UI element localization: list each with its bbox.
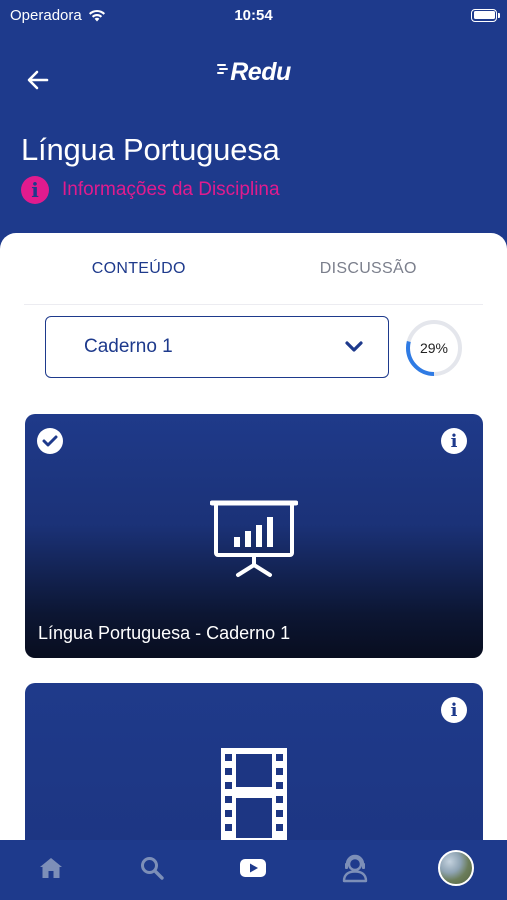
tab-bar-top: CONTEÚDO DISCUSSÃO (24, 233, 483, 305)
video-icon (240, 859, 267, 877)
chevron-down-icon (345, 341, 363, 352)
tabbar-support[interactable] (325, 843, 385, 893)
tabbar-videos[interactable] (223, 843, 283, 893)
status-bar: Operadora 10:54 (0, 0, 507, 30)
lesson-card[interactable]: i Língua Portuguesa - Caderno 1 (25, 414, 483, 658)
avatar (438, 850, 475, 886)
lesson-card-title: Língua Portuguesa - Caderno 1 (38, 623, 291, 643)
brand-name: Redu (230, 58, 291, 86)
progress-ring: 29% (404, 318, 464, 378)
card-info-icon[interactable]: i (441, 697, 467, 723)
presentation-icon (210, 500, 298, 577)
notebook-select-value: Caderno 1 (84, 336, 173, 357)
tabbar-profile[interactable] (426, 843, 486, 893)
tabbar-search[interactable] (122, 843, 182, 893)
completed-check-icon (37, 428, 63, 454)
page-title: Língua Portuguesa (21, 132, 280, 167)
wifi-icon (88, 9, 105, 21)
discipline-info-link[interactable]: i Informações da Disciplina (21, 176, 280, 204)
tab-discussion[interactable]: DISCUSSÃO (254, 233, 484, 304)
nav-header: Redu (0, 50, 507, 110)
status-left: Operadora (10, 7, 106, 24)
home-icon (39, 858, 62, 878)
content-sheet: CONTEÚDO DISCUSSÃO Caderno 1 29% i Língu… (0, 233, 507, 900)
search-icon (141, 857, 164, 880)
tab-content[interactable]: CONTEÚDO (24, 233, 254, 304)
carrier-label: Operadora (10, 6, 82, 24)
progress-percent: 29% (419, 340, 449, 356)
bottom-tab-bar (0, 840, 507, 900)
support-icon (342, 854, 368, 883)
battery-icon (471, 8, 500, 22)
info-icon: i (21, 176, 49, 204)
tabbar-home[interactable] (21, 843, 81, 893)
info-link-label: Informações da Disciplina (62, 179, 280, 200)
card-info-icon[interactable]: i (441, 428, 467, 454)
redu-logo-mark-icon (217, 64, 229, 75)
notebook-select[interactable]: Caderno 1 (45, 316, 389, 378)
redu-logo: Redu (0, 58, 507, 87)
film-icon (221, 748, 287, 843)
